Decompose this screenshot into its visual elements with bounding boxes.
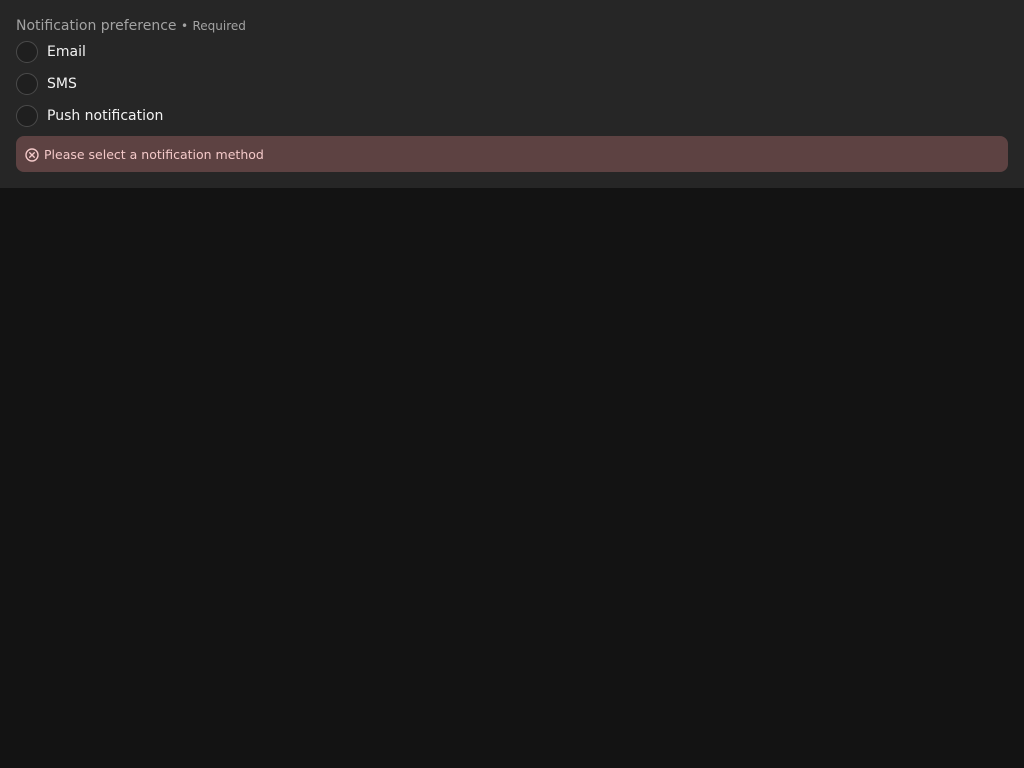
radio-button-push[interactable] [16,105,38,127]
radio-button-sms[interactable] [16,73,38,95]
error-text: Please select a notification method [44,146,264,162]
radio-option-sms[interactable]: SMS [16,72,77,96]
radio-label-sms[interactable]: SMS [47,76,77,92]
radio-option-email[interactable]: Email [16,40,86,64]
required-separator: • [180,19,189,33]
radio-label-push[interactable]: Push notification [47,108,163,124]
notification-preference-fieldset: Notification preference • Required Email… [0,0,1024,188]
required-indicator: Required [192,19,246,33]
error-circle-x-icon [25,147,39,162]
radio-label-email[interactable]: Email [47,44,86,60]
radio-option-push[interactable]: Push notification [16,104,163,128]
radio-button-email[interactable] [16,41,38,63]
validation-error-message: Please select a notification method [16,136,1008,172]
fieldset-legend: Notification preference • Required [16,17,246,35]
legend-text: Notification preference [16,18,177,34]
